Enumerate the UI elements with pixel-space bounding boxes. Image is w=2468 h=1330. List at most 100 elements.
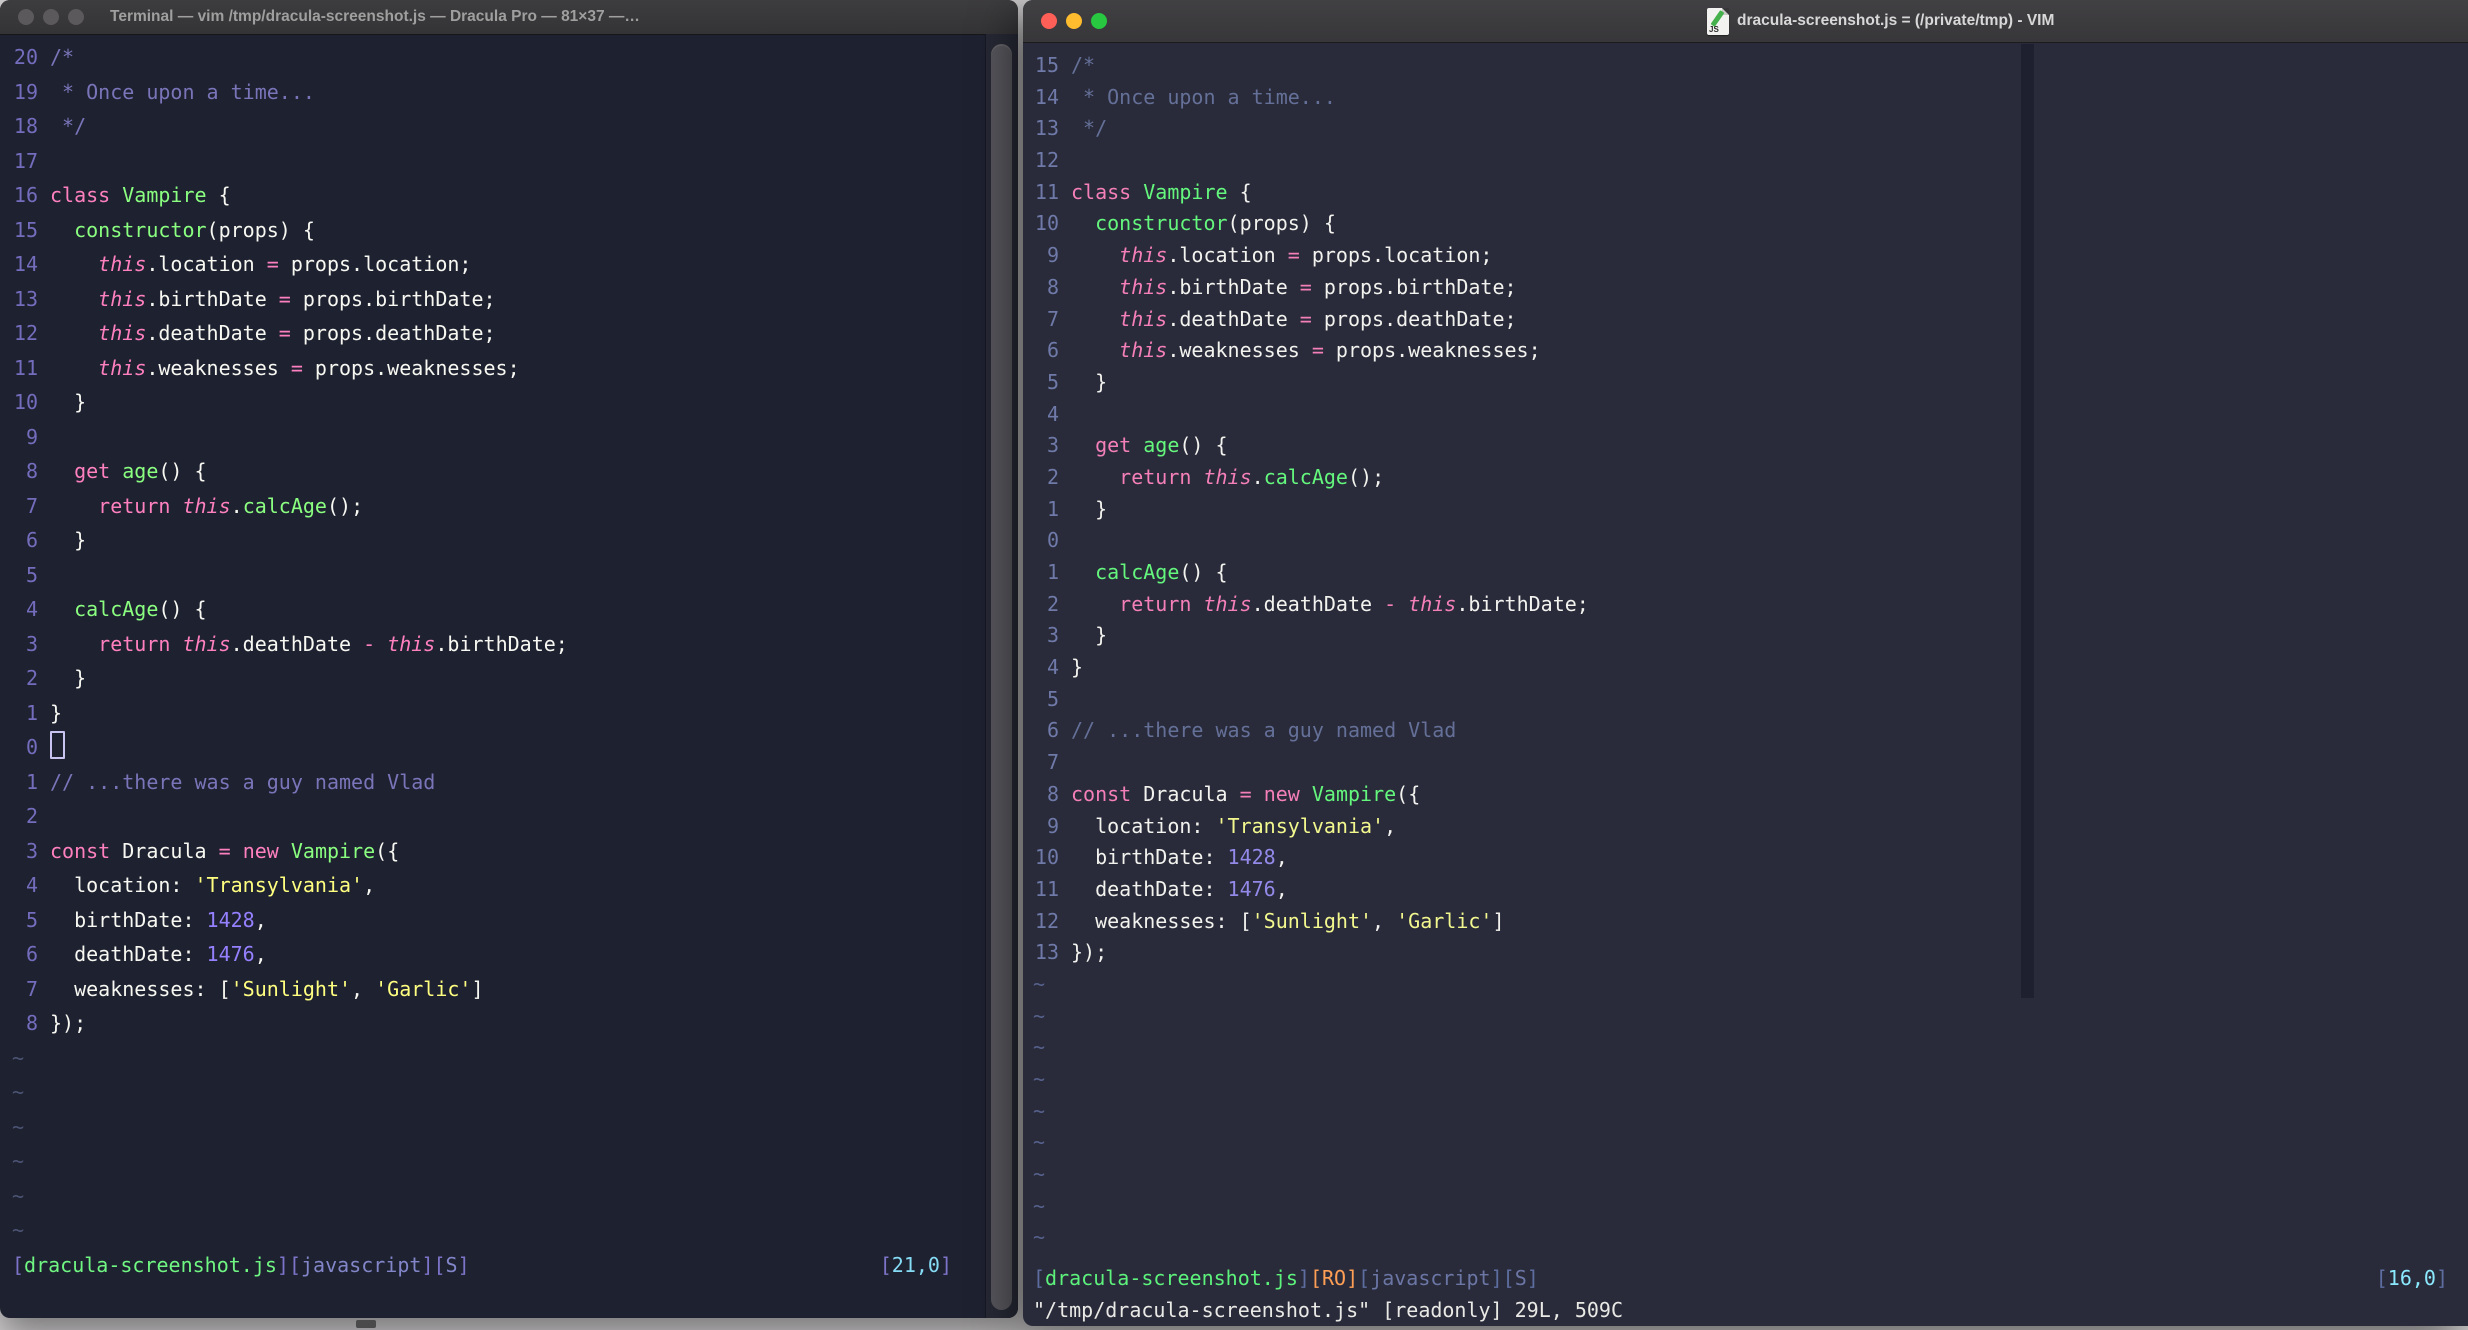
code-text: location: 'Transylvania', (1071, 811, 1396, 843)
token: this (98, 355, 147, 380)
code-line: 6 this.weaknesses = props.weaknesses; (1033, 335, 2468, 367)
token: 'Sunlight' (230, 976, 352, 1001)
zoom-button[interactable] (1091, 13, 1107, 29)
token: , (254, 942, 267, 966)
line-number: 5 (1046, 369, 1059, 394)
token: = (278, 321, 291, 345)
line-number: 7 (1046, 306, 1059, 331)
window-title: dracula-screenshot.js = (/private/tmp) -… (1737, 12, 2055, 29)
code-text: // ...there was a guy named Vlad (1071, 715, 1456, 747)
token: () { (1179, 560, 1228, 584)
status-segment: ] (1526, 1266, 1539, 1290)
code-line: 16 class Vampire { (12, 178, 1018, 213)
token: this (98, 321, 147, 345)
close-button[interactable] (1041, 13, 1057, 29)
token: ({ (1396, 781, 1421, 806)
token: , (1275, 876, 1288, 901)
token: .location (146, 252, 267, 276)
code-text: calcAge() { (1071, 557, 1228, 589)
empty-line: ~ (1033, 969, 2468, 1001)
vim-commandline: "/tmp/dracula-screenshot.js" [readonly] … (1033, 1298, 1624, 1322)
scrollbar-track[interactable] (2021, 44, 2034, 998)
token: ] (1492, 908, 1505, 933)
code-text: } (1071, 494, 1107, 526)
token: 'Transylvania' (194, 873, 364, 897)
empty-line: ~ (12, 1041, 1018, 1076)
token: .deathDate (1167, 306, 1300, 331)
line-number: 10 (1034, 211, 1059, 236)
token: this (1408, 591, 1457, 616)
line-number: 2 (1046, 464, 1059, 489)
line-number: 0 (25, 735, 38, 759)
scrollbar-thumb[interactable] (991, 44, 1012, 1310)
line-number: 1 (25, 769, 38, 794)
token: new (1263, 781, 1300, 806)
token: deathDate: (1071, 876, 1228, 901)
code-text: } (50, 385, 86, 420)
code-text: get age() { (1071, 430, 1227, 462)
close-button[interactable] (18, 9, 34, 25)
line-number: 13 (1034, 116, 1059, 141)
token: 'Garlic' (1396, 908, 1493, 933)
token: .birthDate (1167, 274, 1300, 299)
line-number: 16 (13, 183, 38, 207)
code-area: 15/* 14 * Once upon a time... 13 */12 11 cla… (1033, 50, 2468, 1254)
desktop-artifact (356, 1320, 376, 1328)
code-line: 4 calcAge() { (12, 592, 1018, 627)
empty-line: ~ (1033, 1127, 2468, 1159)
line-number: 6 (25, 528, 38, 552)
code-line: 5 (1033, 684, 2468, 716)
empty-line: ~ (1033, 1096, 2468, 1128)
token: - (363, 631, 376, 656)
tilde: ~ (12, 1149, 25, 1173)
code-text: return this.calcAge(); (50, 489, 363, 524)
macvim-titlebar[interactable]: JS dracula-screenshot.js = (/private/tmp… (1023, 0, 2468, 43)
line-number: 3 (25, 631, 38, 656)
token: , (254, 907, 267, 932)
code-line: 13 */ (1033, 113, 2468, 145)
js-file-icon: JS (1707, 8, 1729, 35)
code-text: } (50, 696, 62, 731)
token: class (50, 183, 111, 207)
code-text: constructor(props) { (50, 213, 315, 248)
status-segment: [ (2375, 1266, 2388, 1290)
line-number: 4 (1046, 655, 1059, 680)
code-line: 5 (12, 558, 1018, 593)
tilde: ~ (1033, 1098, 1046, 1123)
code-line: 3 } (1033, 620, 2468, 652)
token: props.birthDate; (290, 286, 496, 311)
terminal-titlebar[interactable]: Terminal — vim /tmp/dracula-screenshot.j… (0, 0, 1018, 35)
zoom-button[interactable] (68, 9, 84, 25)
vim-buffer-left[interactable]: 20/* 19 * Once upon a time... 18 */17 16 cla… (0, 34, 1018, 1318)
token: props.deathDate; (1311, 306, 1517, 331)
code-text: * Once upon a time... (50, 75, 315, 110)
vim-buffer-right[interactable]: 15/* 14 * Once upon a time... 13 */12 11 cla… (1023, 42, 2468, 1326)
line-number: 3 (1046, 623, 1059, 648)
minimize-button[interactable] (1066, 13, 1082, 29)
code-line: 4 location: 'Transylvania', (12, 868, 1018, 903)
token: = (1239, 781, 1252, 806)
scrollbar-track[interactable] (985, 34, 1018, 1318)
token: /* (50, 45, 75, 69)
empty-line: ~ (1033, 1001, 2468, 1033)
token: } (1071, 496, 1108, 521)
status-segment: [RO] (1309, 1266, 1359, 1290)
tilde: ~ (12, 1114, 25, 1139)
code-line: 8 get age() { (12, 454, 1018, 489)
minimize-button[interactable] (43, 9, 59, 25)
token: = (290, 355, 303, 380)
line-number: 18 (13, 114, 38, 138)
tilde: ~ (1033, 1003, 1046, 1028)
line-number: 10 (1034, 845, 1059, 870)
